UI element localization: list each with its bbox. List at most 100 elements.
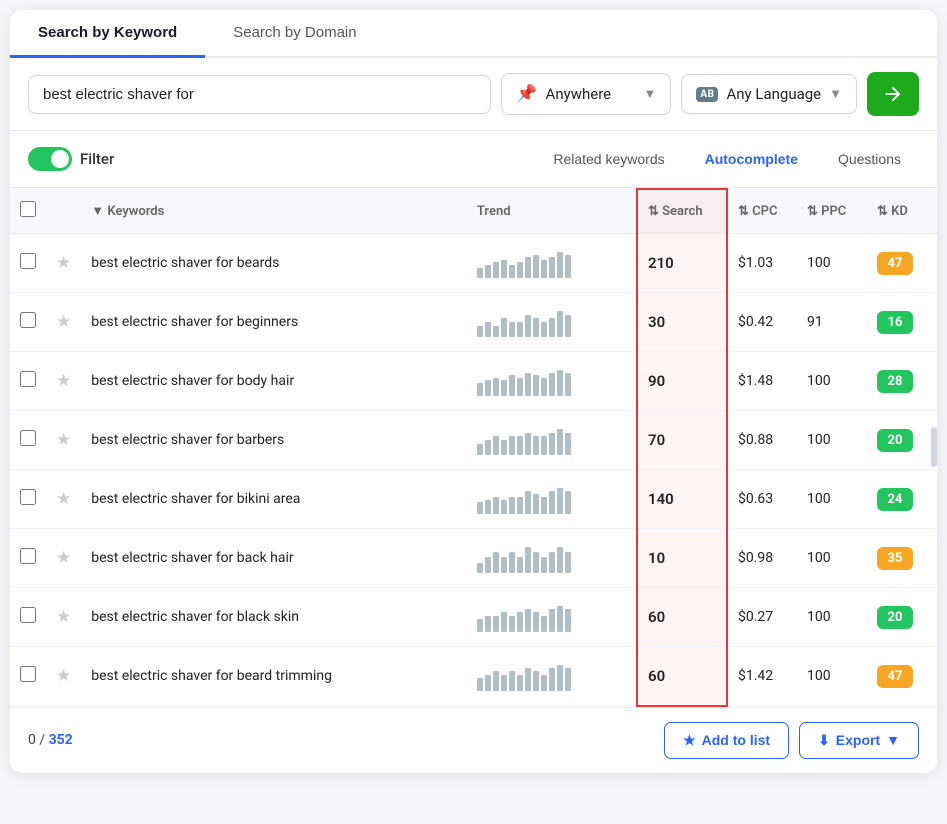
tab-search-keyword[interactable]: Search by Keyword — [10, 10, 205, 58]
export-arrow-icon: ▼ — [886, 732, 900, 748]
kd-badge: 47 — [877, 665, 913, 688]
kd-cell: 47 — [867, 234, 937, 293]
keyword-cell: best electric shaver for back hair — [81, 529, 467, 588]
row-checkbox[interactable] — [20, 253, 36, 269]
language-select[interactable]: AB Any Language ▼ — [681, 74, 857, 114]
table-row: ★best electric shaver for back hair10$0.… — [10, 529, 937, 588]
row-checkbox[interactable] — [20, 430, 36, 446]
search-bar: 📌 Anywhere ▼ AB Any Language ▼ — [10, 58, 937, 131]
ppc-cell: 100 — [797, 234, 867, 293]
ppc-cell: 100 — [797, 588, 867, 647]
cpc-cell: $0.88 — [727, 411, 797, 470]
keyword-cell: best electric shaver for barbers — [81, 411, 467, 470]
keyword-tabs: Related keywords Autocomplete Questions — [535, 143, 919, 175]
cpc-cell: $0.63 — [727, 470, 797, 529]
col-cpc[interactable]: ⇅ CPC — [727, 189, 797, 234]
kd-cell: 35 — [867, 529, 937, 588]
filter-label: Filter — [80, 150, 114, 168]
search-button[interactable] — [867, 72, 919, 116]
cpc-cell: $0.42 — [727, 293, 797, 352]
star-button[interactable]: ★ — [56, 548, 71, 568]
total-count: 352 — [49, 732, 73, 748]
row-checkbox[interactable] — [20, 371, 36, 387]
kd-badge: 20 — [877, 606, 913, 629]
col-trend: Trend — [467, 189, 637, 234]
tab-autocomplete[interactable]: Autocomplete — [687, 143, 816, 175]
keyword-cell: best electric shaver for beards — [81, 234, 467, 293]
row-checkbox[interactable] — [20, 489, 36, 505]
location-select[interactable]: 📌 Anywhere ▼ — [501, 73, 671, 115]
kd-cell: 20 — [867, 411, 937, 470]
add-to-list-label: Add to list — [702, 732, 770, 748]
lang-icon: AB — [696, 87, 718, 102]
search-cell: 70 — [637, 411, 727, 470]
location-icon: 📌 — [516, 84, 537, 104]
col-check — [10, 189, 46, 234]
star-button[interactable]: ★ — [56, 371, 71, 391]
location-value: Anywhere — [546, 85, 612, 103]
col-search[interactable]: ⇅ Search — [637, 189, 727, 234]
kd-cell: 28 — [867, 352, 937, 411]
star-button[interactable]: ★ — [56, 312, 71, 332]
kd-badge: 16 — [877, 311, 913, 334]
cpc-cell: $1.42 — [727, 647, 797, 706]
ppc-cell: 100 — [797, 470, 867, 529]
footer-count: 0 / 352 — [28, 732, 73, 748]
table-row: ★ best electric shaver for barbers 70$0.88… — [10, 411, 937, 470]
star-button[interactable]: ★ — [56, 489, 71, 509]
table-row: ★best electric shaver for beginners30$0.… — [10, 293, 937, 352]
kd-cell: 16 — [867, 293, 937, 352]
tabs-bar: Search by Keyword Search by Domain — [10, 10, 937, 58]
col-kd-label: ⇅ KD — [877, 204, 908, 219]
table-row: ★best electric shaver for beard trimming… — [10, 647, 937, 706]
star-icon: ★ — [683, 732, 696, 749]
main-container: Search by Keyword Search by Domain 📌 Any… — [10, 10, 937, 773]
search-cell: 90 — [637, 352, 727, 411]
trend-cell — [467, 470, 637, 529]
select-all-checkbox[interactable] — [20, 201, 36, 217]
selected-count: 0 — [28, 732, 36, 748]
tab-related-keywords[interactable]: Related keywords — [535, 143, 682, 175]
row-checkbox[interactable] — [20, 666, 36, 682]
star-button[interactable]: ★ — [56, 430, 71, 450]
filter-toggle[interactable]: Filter — [28, 147, 114, 171]
tab-search-domain[interactable]: Search by Domain — [205, 10, 384, 58]
cpc-cell: $1.03 — [727, 234, 797, 293]
star-button[interactable]: ★ — [56, 607, 71, 627]
trend-cell — [467, 293, 637, 352]
filter-row: Filter Related keywords Autocomplete Que… — [10, 131, 937, 188]
kd-cell: 47 — [867, 647, 937, 706]
cpc-cell: $0.27 — [727, 588, 797, 647]
keyword-cell: best electric shaver for bikini area — [81, 470, 467, 529]
search-cell: 210 — [637, 234, 727, 293]
kd-badge: 28 — [877, 370, 913, 393]
toggle-track[interactable] — [28, 147, 72, 171]
ppc-cell: 100 — [797, 529, 867, 588]
keyword-input[interactable] — [28, 75, 491, 114]
trend-cell — [467, 411, 637, 470]
add-to-list-button[interactable]: ★ Add to list — [664, 722, 789, 759]
col-ppc[interactable]: ⇅ PPC — [797, 189, 867, 234]
star-button[interactable]: ★ — [56, 253, 71, 273]
trend-cell — [467, 588, 637, 647]
col-ppc-label: ⇅ PPC — [807, 204, 846, 219]
tab-questions[interactable]: Questions — [820, 143, 919, 175]
row-checkbox[interactable] — [20, 548, 36, 564]
location-arrow-icon: ▼ — [644, 86, 657, 102]
cpc-cell: $1.48 — [727, 352, 797, 411]
export-button[interactable]: ⬇ Export ▼ — [799, 722, 919, 759]
results-table: ▼ Keywords Trend ⇅ Search ⇅ CPC ⇅ PPC ⇅ … — [10, 188, 937, 707]
col-kd[interactable]: ⇅ KD — [867, 189, 937, 234]
export-label: Export — [836, 732, 880, 748]
col-search-label: ⇅ Search — [648, 204, 703, 219]
col-star — [46, 189, 81, 234]
row-checkbox[interactable] — [20, 312, 36, 328]
col-keywords[interactable]: ▼ Keywords — [81, 189, 467, 234]
row-checkbox[interactable] — [20, 607, 36, 623]
scrollbar[interactable] — [931, 427, 937, 467]
star-button[interactable]: ★ — [56, 666, 71, 686]
ppc-cell: 100 — [797, 647, 867, 706]
results-table-wrap: ▼ Keywords Trend ⇅ Search ⇅ CPC ⇅ PPC ⇅ … — [10, 188, 937, 707]
cpc-cell: $0.98 — [727, 529, 797, 588]
kd-badge: 47 — [877, 252, 913, 275]
